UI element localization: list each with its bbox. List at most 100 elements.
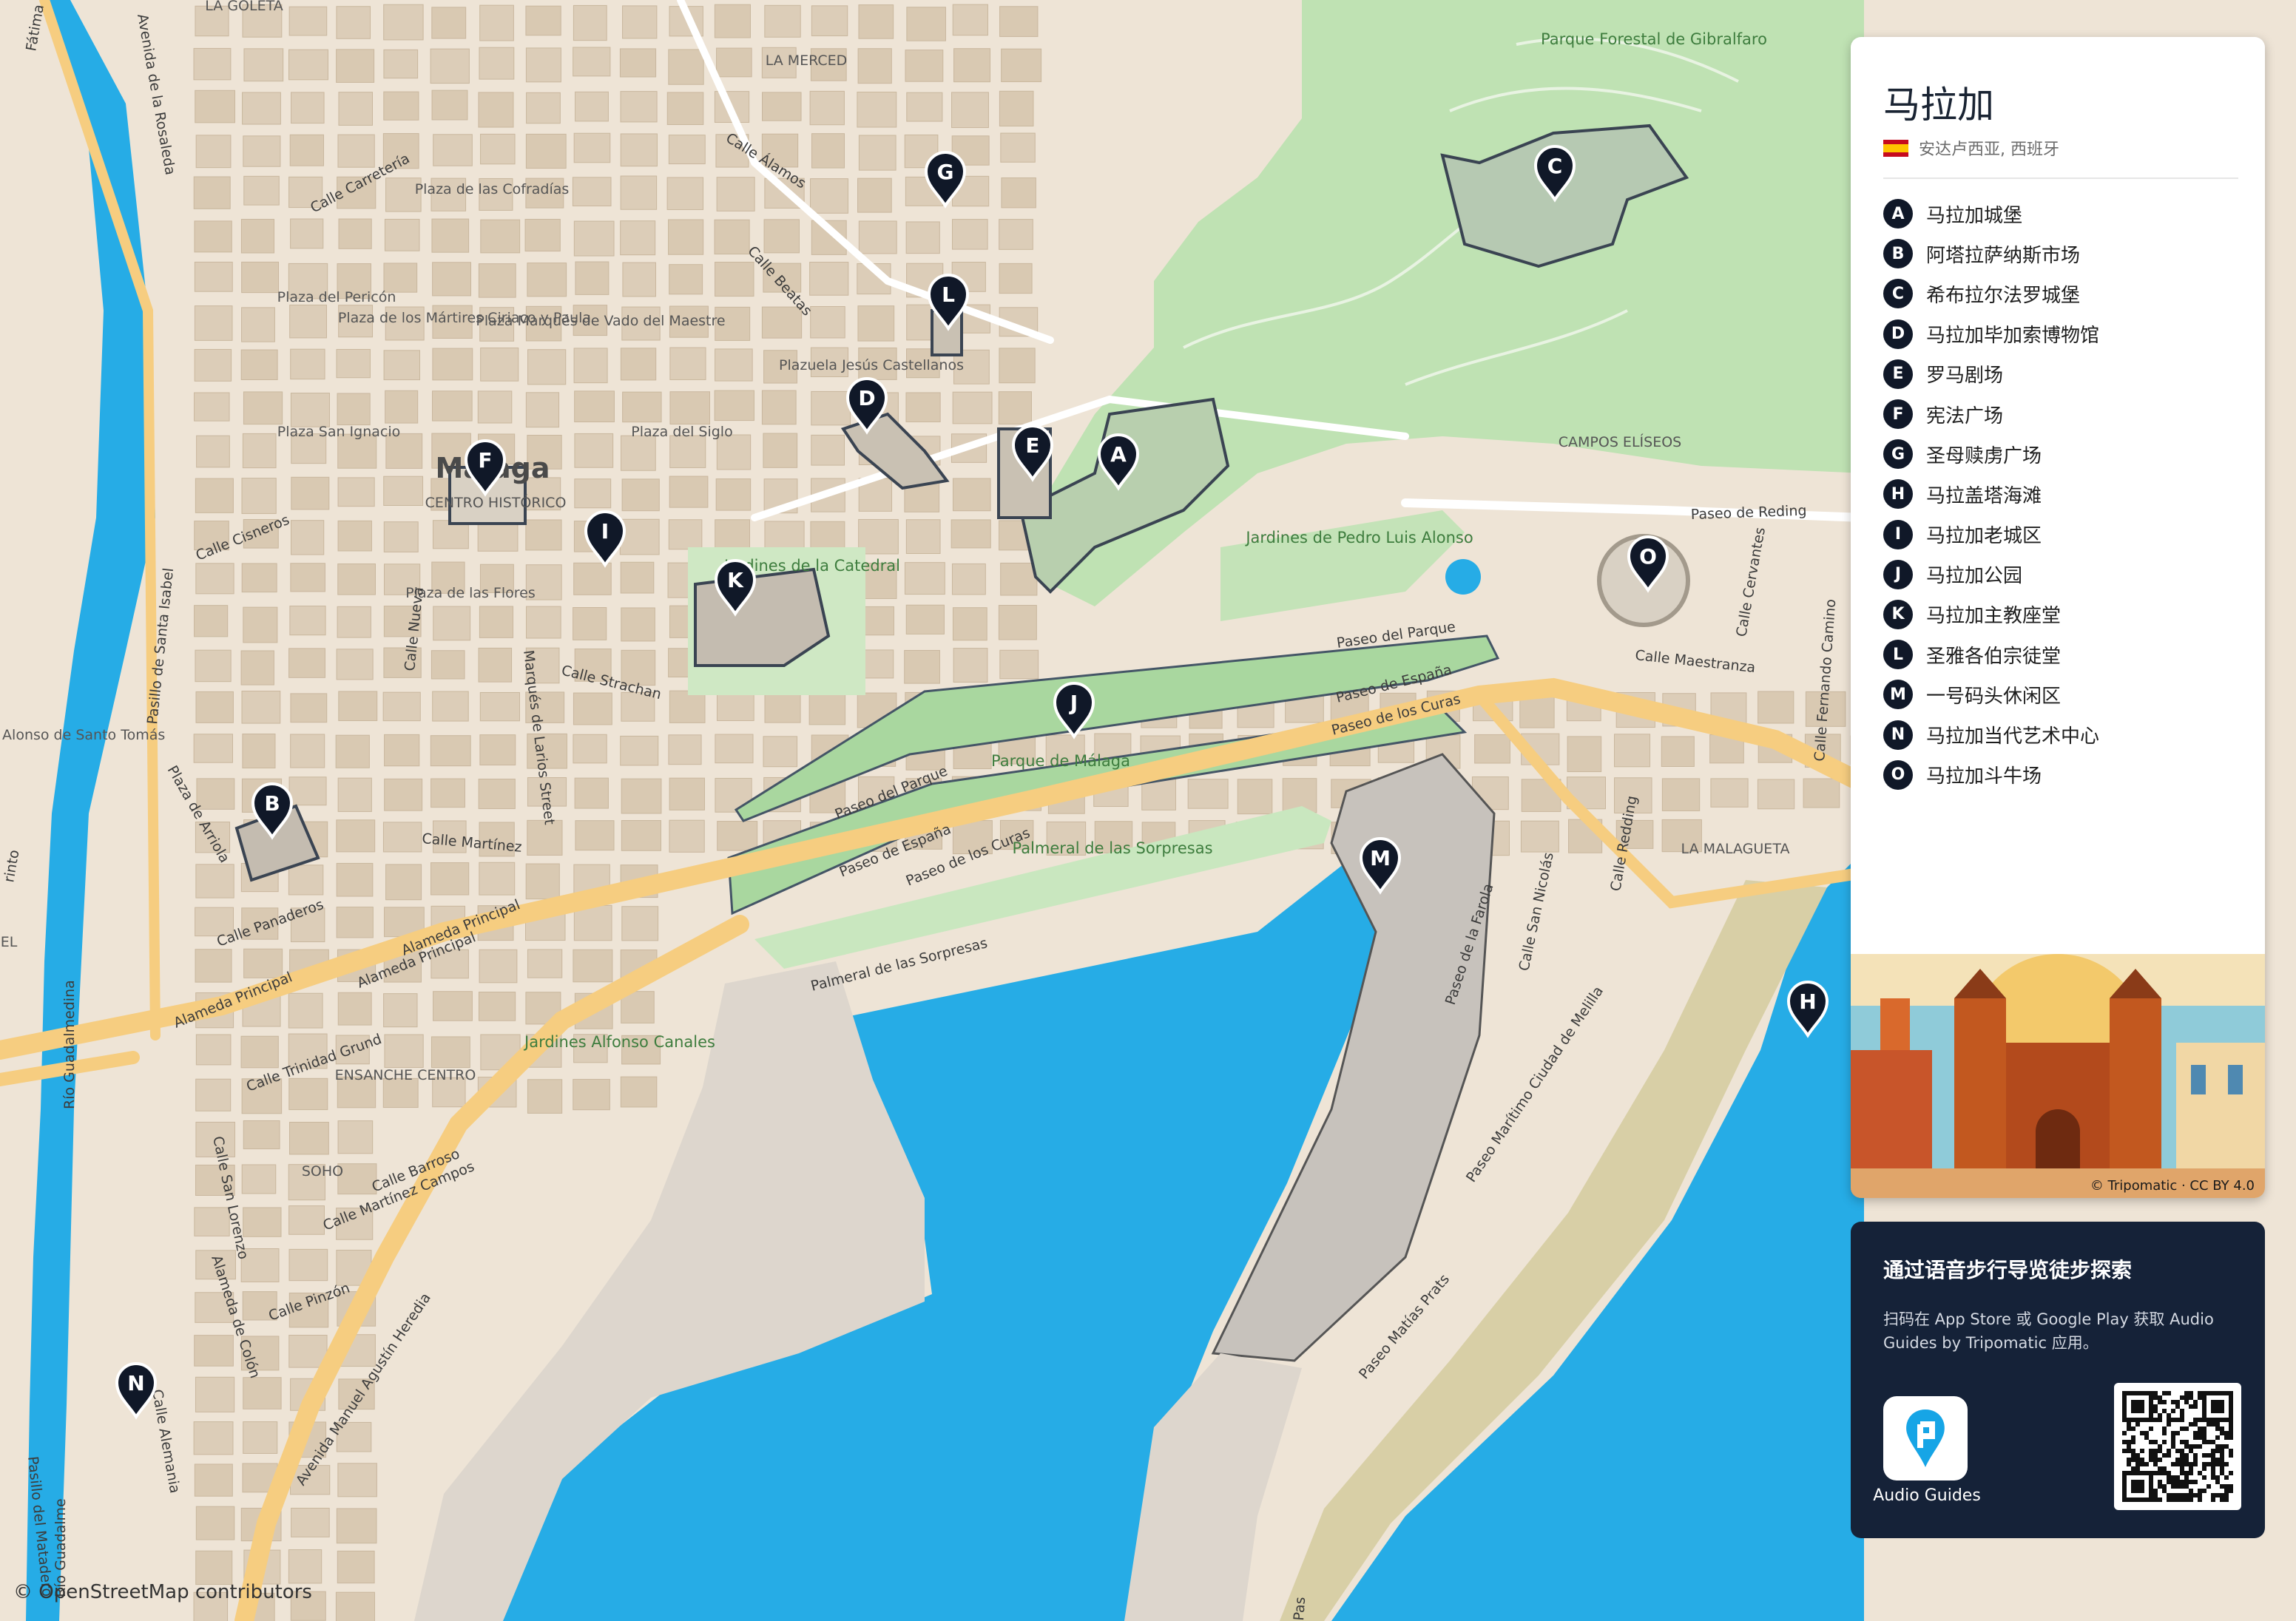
building-block bbox=[764, 691, 801, 723]
building-block bbox=[905, 50, 944, 82]
building-block bbox=[527, 819, 563, 856]
map-label-plaza-cofradias: Plaza de las Cofradías bbox=[415, 181, 570, 197]
building-block bbox=[1474, 734, 1510, 764]
building-block bbox=[998, 605, 1037, 640]
building-block bbox=[288, 1205, 325, 1235]
pin-letter: A bbox=[1110, 442, 1127, 467]
poi-name: 马拉加毕加索博物馆 bbox=[1926, 325, 2100, 348]
building-block bbox=[383, 91, 419, 121]
poi-item-a[interactable]: A 马拉加城堡 bbox=[1883, 194, 2099, 234]
poi-item-l[interactable]: L 圣雅各伯宗徒堂 bbox=[1883, 634, 2099, 674]
building-block bbox=[243, 606, 278, 643]
poi-item-o[interactable]: O 马拉加斗牛场 bbox=[1883, 755, 2099, 795]
building-block bbox=[527, 263, 567, 297]
building-block bbox=[904, 562, 945, 595]
building-block bbox=[288, 776, 327, 806]
poi-item-c[interactable]: C 希布拉尔法罗城堡 bbox=[1883, 274, 2099, 314]
building-block bbox=[669, 347, 706, 380]
map-label-parque-malaga: Parque de Málaga bbox=[991, 752, 1130, 770]
building-block bbox=[431, 89, 468, 121]
building-block bbox=[337, 520, 372, 552]
building-block bbox=[809, 262, 849, 296]
pin-letter: E bbox=[1025, 433, 1039, 458]
building-block bbox=[574, 390, 615, 423]
map-label-el: EL bbox=[1, 934, 18, 950]
poi-item-k[interactable]: K 马拉加主教座堂 bbox=[1883, 595, 2099, 634]
poi-item-e[interactable]: E 罗马剧场 bbox=[1883, 354, 2099, 394]
building-block bbox=[952, 219, 988, 250]
building-block bbox=[573, 4, 607, 41]
building-block bbox=[384, 218, 420, 251]
osm-attribution[interactable]: © OpenStreetMap contributors bbox=[13, 1581, 312, 1603]
poi-item-f[interactable]: F 宪法广场 bbox=[1883, 394, 2099, 434]
building-block bbox=[241, 478, 277, 514]
building-block bbox=[335, 1591, 375, 1621]
building-block bbox=[242, 92, 281, 125]
building-block bbox=[527, 1079, 563, 1114]
building-block bbox=[195, 89, 235, 123]
building-block bbox=[525, 47, 561, 83]
audio-guides-label: Audio Guides bbox=[1873, 1486, 1981, 1505]
building-block bbox=[1758, 691, 1794, 724]
poi-item-m[interactable]: M 一号码头休闲区 bbox=[1883, 674, 2099, 714]
building-block bbox=[337, 1550, 375, 1584]
building-block bbox=[1001, 177, 1036, 209]
building-block bbox=[335, 734, 370, 768]
building-block bbox=[479, 862, 516, 896]
building-block bbox=[1661, 736, 1695, 768]
building-block bbox=[716, 177, 755, 211]
building-block bbox=[338, 691, 378, 722]
building-block bbox=[1757, 779, 1795, 810]
building-block bbox=[619, 48, 657, 78]
building-block bbox=[243, 1421, 278, 1454]
building-block bbox=[431, 7, 467, 39]
poi-name: 马拉盖塔海滩 bbox=[1926, 484, 2042, 507]
poi-item-i[interactable]: I 马拉加老城区 bbox=[1883, 515, 2099, 555]
building-block bbox=[952, 391, 993, 424]
building-block bbox=[288, 1077, 328, 1111]
poi-letter-badge: M bbox=[1883, 680, 1913, 710]
poi-item-d[interactable]: D 马拉加毕加索博物馆 bbox=[1883, 314, 2099, 354]
building-block bbox=[337, 1163, 377, 1195]
building-block bbox=[240, 349, 278, 380]
building-block bbox=[289, 134, 324, 166]
building-block bbox=[810, 178, 848, 214]
building-block bbox=[668, 135, 706, 165]
building-block bbox=[385, 864, 422, 901]
poi-name: 宪法广场 bbox=[1926, 405, 2004, 427]
audio-guide-card[interactable]: 通过语音步行导览徒步探索 扫码在 App Store 或 Google Play… bbox=[1851, 1222, 2265, 1538]
building-block bbox=[195, 649, 232, 683]
building-block bbox=[1803, 778, 1840, 808]
poi-letter-badge: O bbox=[1883, 759, 1913, 790]
building-block bbox=[338, 92, 374, 126]
poi-item-n[interactable]: N 马拉加当代艺术中心 bbox=[1883, 714, 2099, 754]
poi-item-b[interactable]: B 阿塔拉萨纳斯市场 bbox=[1883, 234, 2099, 274]
building-block bbox=[433, 606, 471, 641]
map-label-jardines-pedro: Jardines de Pedro Luis Alonso bbox=[1244, 529, 1473, 546]
building-block bbox=[761, 390, 797, 425]
building-block bbox=[241, 690, 281, 724]
poi-name: 马拉加当代艺术中心 bbox=[1926, 725, 2100, 748]
map-label-la-goleta: LA GOLETA bbox=[205, 0, 283, 14]
building-block bbox=[383, 521, 419, 552]
poi-letter-badge: B bbox=[1883, 239, 1913, 269]
building-block bbox=[195, 478, 234, 513]
building-block bbox=[573, 220, 615, 257]
building-block bbox=[243, 1120, 280, 1150]
building-block bbox=[715, 734, 754, 764]
map-label-pas: Pas bbox=[1291, 1597, 1309, 1621]
qr-code[interactable] bbox=[2114, 1383, 2241, 1510]
building-block bbox=[243, 1377, 282, 1410]
poi-item-g[interactable]: G 圣母赎虏广场 bbox=[1883, 434, 2099, 474]
building-block bbox=[573, 734, 607, 764]
building-block bbox=[999, 6, 1039, 37]
poi-item-h[interactable]: H 马拉盖塔海滩 bbox=[1883, 474, 2099, 514]
poi-item-j[interactable]: J 马拉加公园 bbox=[1883, 555, 2099, 595]
building-block bbox=[575, 91, 609, 122]
building-block bbox=[525, 606, 561, 639]
poi-list: A 马拉加城堡 B 阿塔拉萨纳斯市场 C 希布拉尔法罗城堡 D 马拉加毕加索博物馆 E 罗马剧场 F… bbox=[1883, 194, 2099, 795]
building-block bbox=[337, 477, 375, 507]
building-block bbox=[382, 691, 421, 722]
audio-guides-app-icon[interactable] bbox=[1883, 1396, 1968, 1480]
building-block bbox=[904, 649, 940, 684]
